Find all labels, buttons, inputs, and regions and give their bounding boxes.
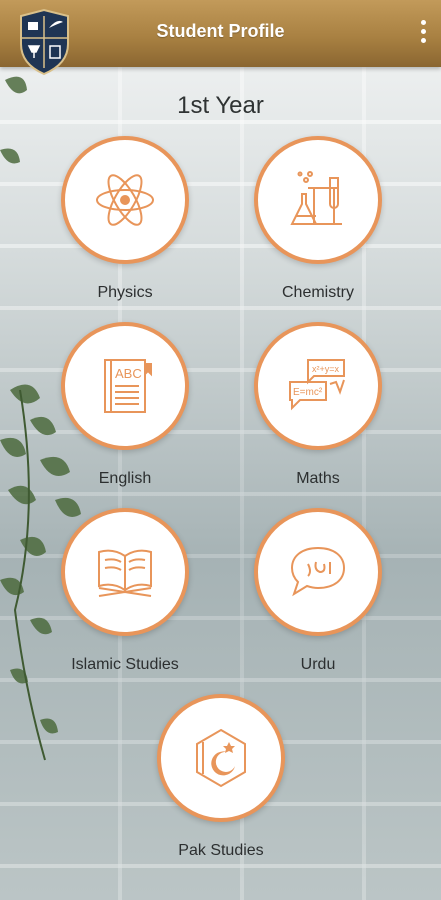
subject-chemistry[interactable]: Chemistry [243,136,393,302]
subject-maths[interactable]: x²+y=x E=mc² Maths [243,322,393,488]
subject-circle[interactable]: ABC [61,322,189,450]
quran-icon [98,549,152,597]
subject-circle[interactable] [61,508,189,636]
subject-islamic-studies[interactable]: Islamic Studies [50,508,200,674]
svg-text:E=mc²: E=mc² [293,387,323,398]
app-bar: Student Profile [0,0,441,76]
subject-circle[interactable]: x²+y=x E=mc² [254,322,382,450]
subject-label: Chemistry [281,284,354,301]
subject-circle[interactable] [157,694,285,822]
subject-circle[interactable] [254,508,382,636]
subject-pak-studies[interactable]: Pak Studies [146,694,296,860]
page-title: Student Profile [156,21,285,41]
crescent-star-icon [196,728,246,788]
year-heading: 1st Year [177,92,264,119]
formula-bubbles-icon: x²+y=x E=mc² [289,359,345,411]
subject-label: Pak Studies [178,842,264,859]
subject-label: Urdu [300,656,336,673]
svg-text:x²+y=x: x²+y=x [312,364,340,374]
subject-circle[interactable] [254,136,382,264]
svg-text:ABC: ABC [115,366,142,381]
lab-flask-icon [290,171,342,225]
subject-label: Physics [97,284,153,301]
subject-circle[interactable] [61,136,189,264]
urdu-speech-bubble-icon [290,546,346,597]
subject-label: English [98,470,152,487]
college-crest-logo [20,8,69,76]
atom-icon [96,174,154,226]
abc-book-icon: ABC [104,359,152,413]
subject-english[interactable]: ABC English [50,322,200,488]
subject-label: Maths [296,470,340,487]
more-vert-icon [420,20,426,25]
subject-label: Islamic Studies [71,656,179,673]
subject-physics[interactable]: Physics [50,136,200,302]
overflow-menu-button[interactable] [413,16,433,48]
subject-urdu[interactable]: Urdu [243,508,393,674]
